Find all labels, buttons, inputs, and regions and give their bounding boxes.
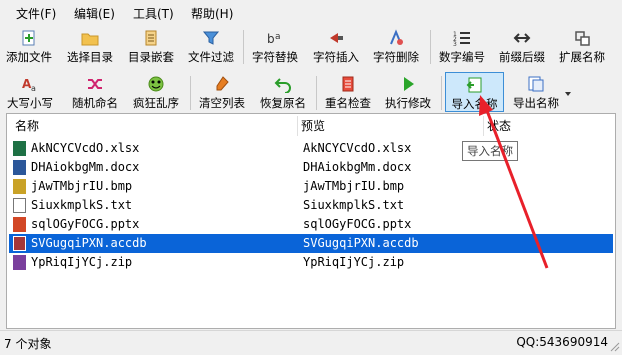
resize-grip-icon[interactable] [610, 341, 620, 352]
annotation-arrow [479, 95, 549, 269]
status-bar: 7 个对象 QQ:543690914 [0, 330, 622, 353]
status-qq: QQ:543690914 [516, 335, 608, 349]
status-object-count: 7 个对象 [4, 337, 52, 351]
